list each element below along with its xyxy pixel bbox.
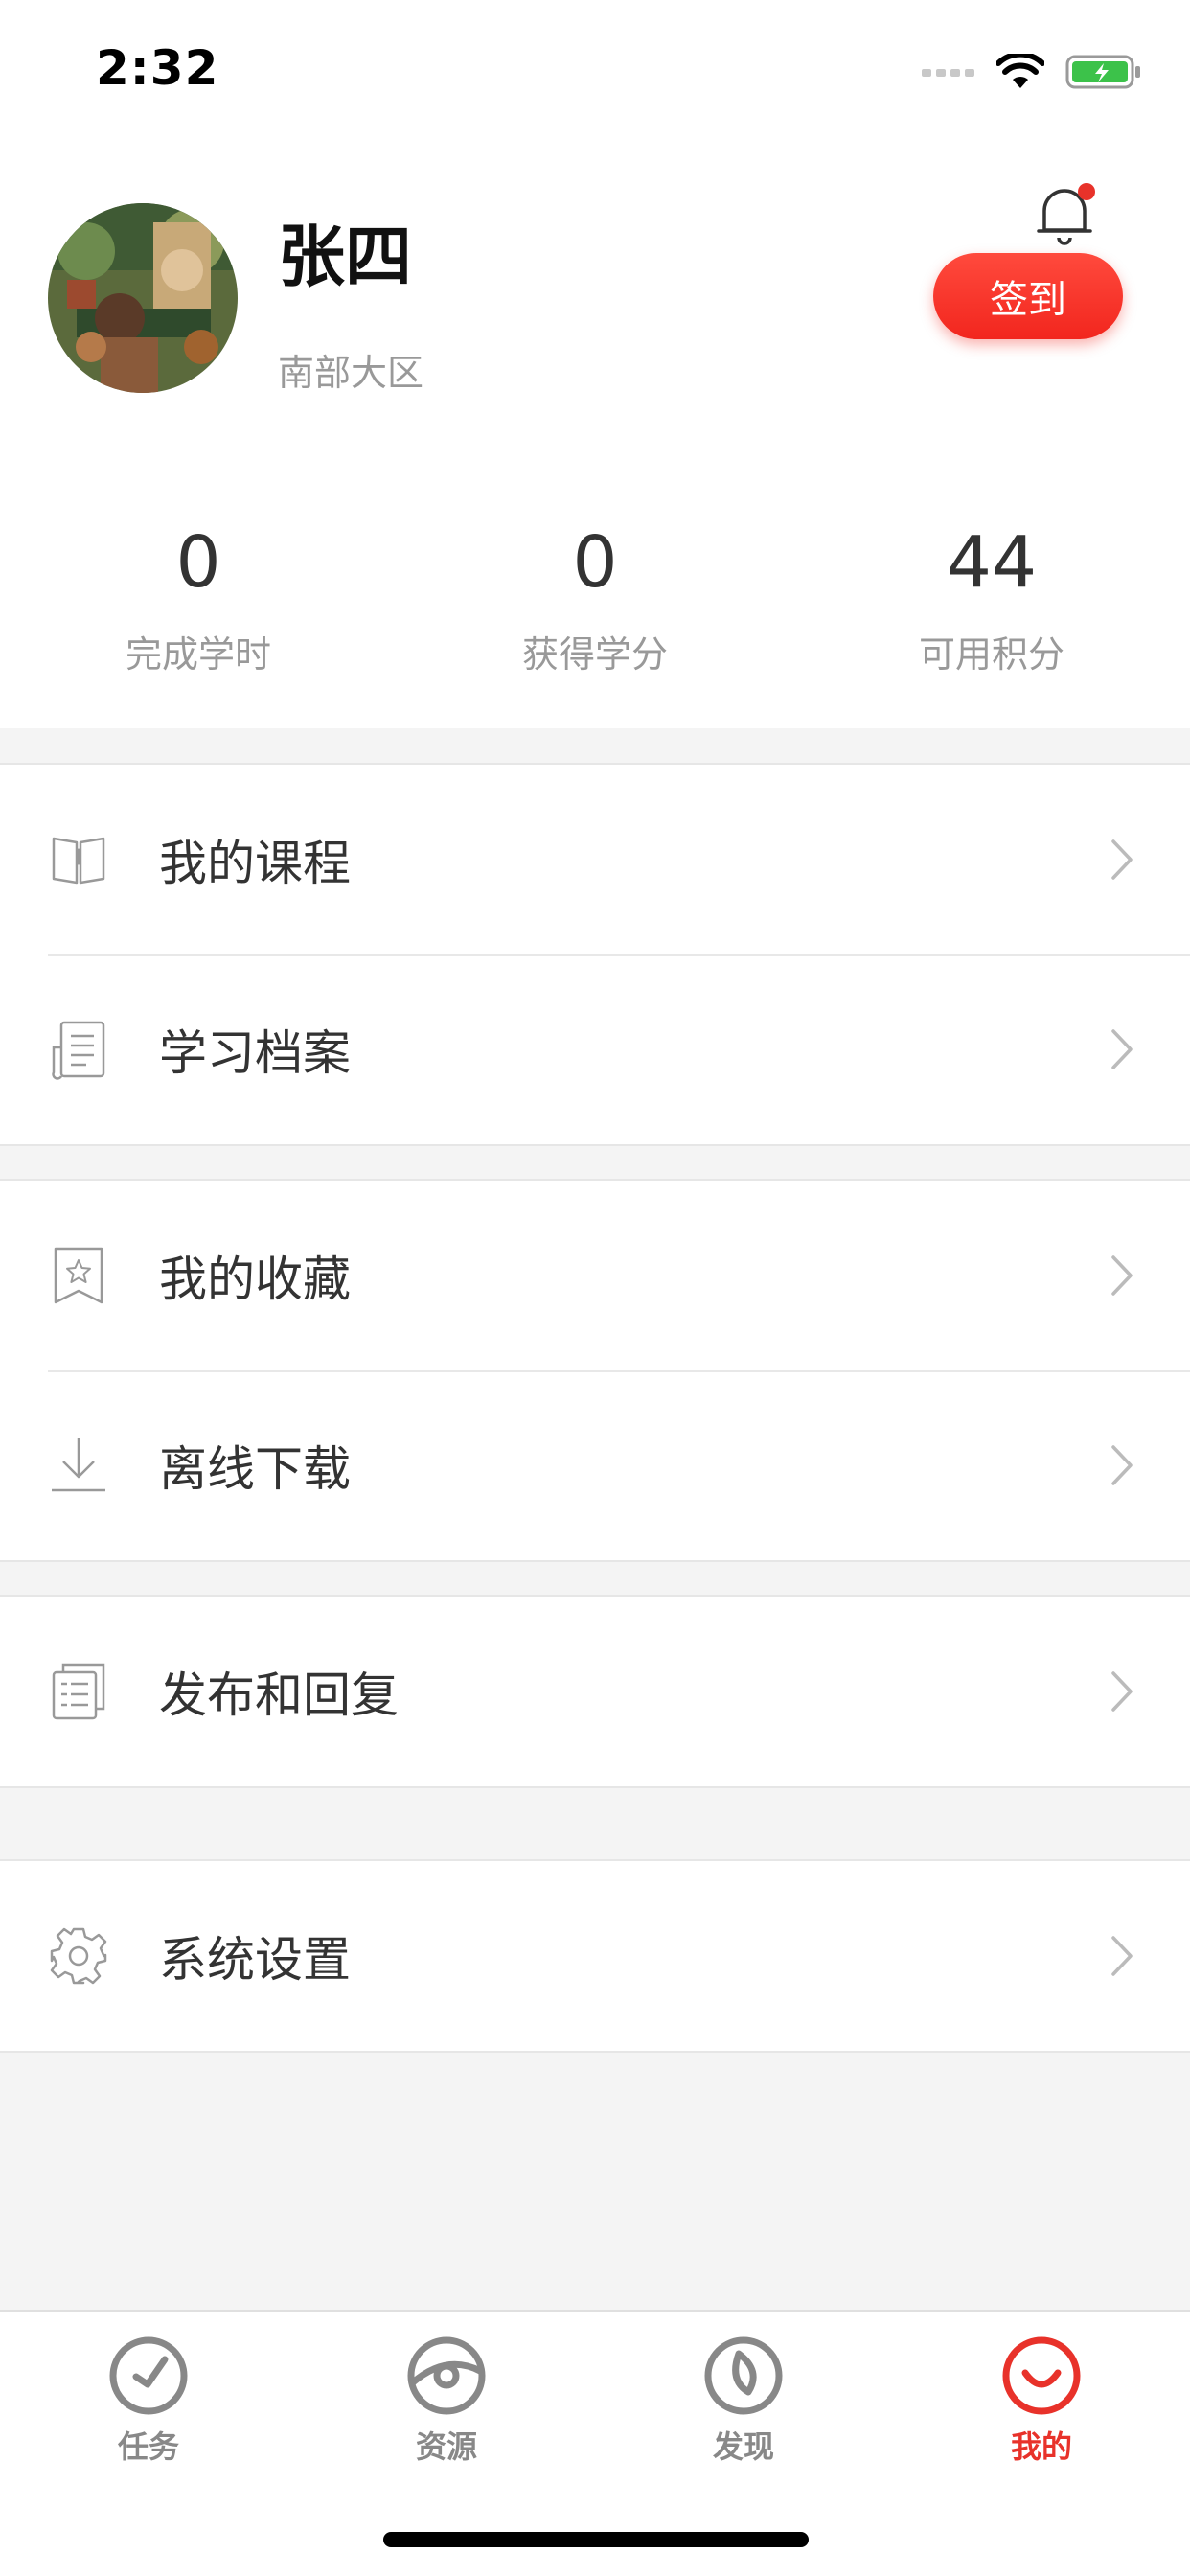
menu-group-content: 我的收藏 离线下载 — [0, 1179, 1190, 1562]
avatar[interactable] — [48, 203, 238, 393]
status-indicators — [922, 48, 1142, 96]
battery-icon — [1065, 55, 1140, 89]
menu-item-my-courses[interactable]: 我的课程 — [0, 765, 1190, 954]
stat-hours[interactable]: 0 完成学时 — [0, 527, 397, 678]
chevron-right-icon — [1111, 1936, 1133, 1976]
tab-me[interactable]: 我的 — [946, 2334, 1137, 2467]
task-icon — [109, 2336, 188, 2415]
book-icon — [52, 837, 105, 885]
stat-value: 0 — [175, 521, 221, 604]
menu-item-label: 系统设置 — [159, 1932, 351, 1988]
notification-bell-icon[interactable] — [1033, 178, 1096, 249]
chevron-right-icon — [1111, 840, 1133, 880]
user-name: 张四 — [278, 218, 412, 296]
menu-item-label: 发布和回复 — [159, 1668, 399, 1723]
menu-item-offline-download[interactable]: 离线下载 — [0, 1370, 1190, 1560]
menu-item-label: 我的收藏 — [159, 1252, 351, 1307]
tab-task[interactable]: 任务 — [53, 2334, 244, 2467]
tab-label: 发现 — [712, 2428, 774, 2465]
status-bar: 2:32 — [0, 0, 1190, 144]
menu-item-favorites[interactable]: 我的收藏 — [0, 1181, 1190, 1370]
stat-points[interactable]: 44 可用积分 — [793, 527, 1190, 678]
stat-credits[interactable]: 0 获得学分 — [397, 527, 793, 678]
menu-item-posts-replies[interactable]: 发布和回复 — [0, 1597, 1190, 1786]
menu-item-label: 离线下载 — [159, 1441, 351, 1497]
notes-icon — [52, 1663, 105, 1720]
bookmark-star-icon — [54, 1247, 103, 1304]
menu-item-label: 我的课程 — [159, 836, 351, 891]
menu-group-learning: 我的课程 学习档案 — [0, 763, 1190, 1146]
chevron-right-icon — [1111, 1445, 1133, 1485]
stat-label: 可用积分 — [918, 633, 1064, 676]
checkin-button[interactable]: 签到 — [933, 253, 1123, 339]
discover-icon — [704, 2336, 783, 2415]
chevron-right-icon — [1111, 1029, 1133, 1070]
home-indicator[interactable] — [383, 2532, 809, 2547]
wifi-icon — [996, 54, 1044, 88]
status-time: 2:32 — [96, 40, 219, 96]
tab-discover[interactable]: 发现 — [648, 2334, 839, 2467]
resource-icon — [407, 2336, 486, 2415]
stat-value: 0 — [572, 521, 618, 604]
signal-icon — [922, 69, 974, 77]
tab-label: 任务 — [117, 2428, 179, 2465]
download-icon — [52, 1438, 105, 1492]
stat-label: 完成学时 — [125, 633, 271, 676]
me-icon — [1002, 2336, 1081, 2415]
tab-resource[interactable]: 资源 — [351, 2334, 542, 2467]
menu-group-community: 发布和回复 — [0, 1595, 1190, 1788]
stats-row: 0 完成学时 0 获得学分 44 可用积分 — [0, 527, 1190, 678]
stat-value: 44 — [946, 521, 1038, 604]
bottom-tab-bar: 任务 资源 发现 我的 — [0, 2310, 1190, 2576]
chevron-right-icon — [1111, 1255, 1133, 1296]
menu-item-system-settings[interactable]: 系统设置 — [0, 1861, 1190, 2051]
stat-label: 获得学分 — [521, 633, 668, 676]
chevron-right-icon — [1111, 1671, 1133, 1712]
menu-group-system: 系统设置 — [0, 1859, 1190, 2053]
menu-item-label: 学习档案 — [159, 1025, 351, 1081]
menu-item-learning-archive[interactable]: 学习档案 — [0, 954, 1190, 1144]
document-list-icon — [52, 1021, 105, 1080]
gear-icon — [50, 1927, 107, 1985]
user-region: 南部大区 — [278, 352, 424, 394]
profile-card: 张四 南部大区 签到 0 完成学时 0 获得学分 44 可用积分 — [0, 144, 1190, 728]
tab-label: 我的 — [1010, 2428, 1072, 2465]
tab-label: 资源 — [415, 2428, 477, 2465]
